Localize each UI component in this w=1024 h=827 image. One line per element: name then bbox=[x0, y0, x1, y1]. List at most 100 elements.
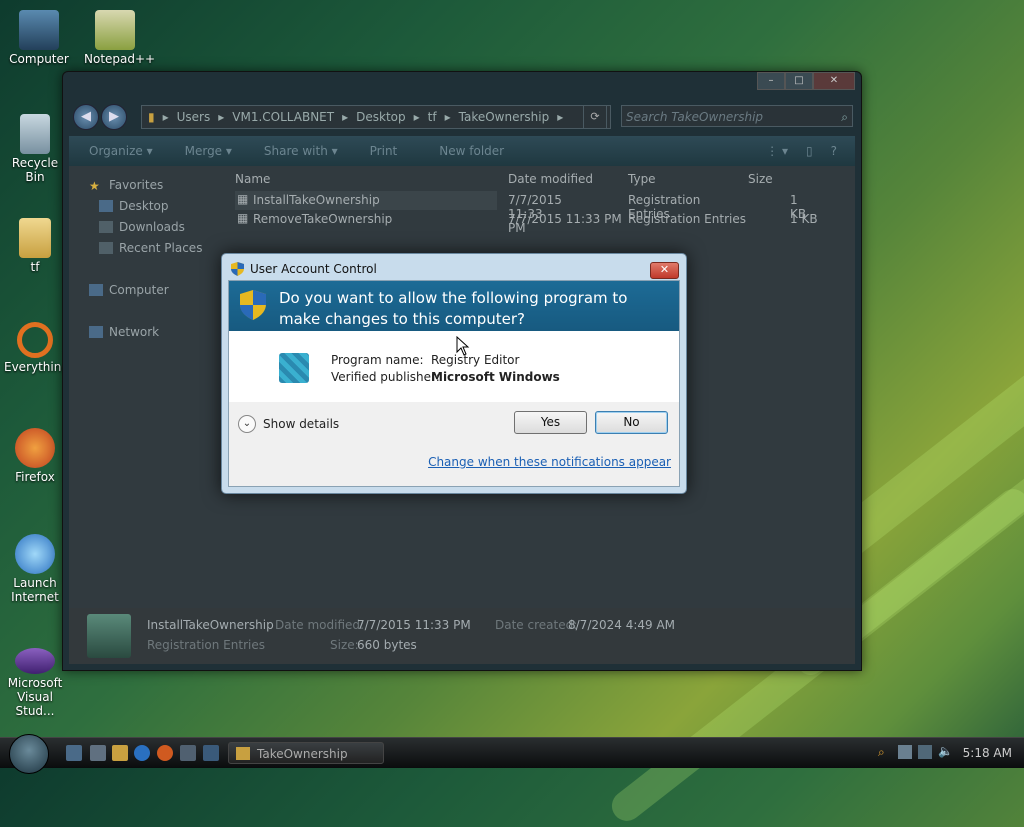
show-desktop-icon[interactable] bbox=[66, 745, 82, 761]
everything-icon bbox=[17, 322, 53, 358]
refresh-button[interactable]: ⟳ bbox=[583, 105, 607, 129]
details-date-created-label: Date created: bbox=[495, 618, 578, 632]
merge-button[interactable]: Merge ▾ bbox=[185, 144, 232, 158]
firefox-icon[interactable] bbox=[157, 745, 173, 761]
nav-favorites[interactable]: ★ Favorites bbox=[89, 178, 164, 193]
uac-banner: Do you want to allow the following progr… bbox=[229, 281, 679, 331]
breadcrumb-item[interactable]: TakeOwnership bbox=[459, 110, 550, 124]
file-date: 7/7/2015 11:33 PM bbox=[508, 212, 622, 226]
taskbar-item-label: TakeOwnership bbox=[257, 747, 348, 761]
publisher-label: Verified publisher: bbox=[331, 370, 440, 384]
new-folder-button[interactable]: New folder bbox=[439, 144, 504, 158]
column-header-type[interactable]: Type bbox=[628, 172, 656, 186]
switch-windows-icon[interactable] bbox=[90, 745, 106, 761]
show-details-toggle[interactable]: Show details bbox=[263, 417, 339, 431]
organize-button[interactable]: Organize ▾ bbox=[89, 144, 153, 158]
nav-label: Recent Places bbox=[119, 241, 203, 255]
change-notifications-link[interactable]: Change when these notifications appear bbox=[428, 455, 671, 469]
close-button[interactable]: ✕ bbox=[813, 72, 855, 90]
volume-icon[interactable]: 🔈 bbox=[938, 744, 953, 758]
nav-label: Desktop bbox=[119, 199, 169, 213]
details-type: Registration Entries bbox=[147, 638, 265, 652]
desktop-icon-firefox[interactable]: Firefox bbox=[4, 428, 66, 484]
file-row[interactable]: ▦ InstallTakeOwnership 7/7/2015 11:33 PM… bbox=[235, 191, 806, 235]
taskbar-item-takeownership[interactable]: TakeOwnership bbox=[228, 742, 384, 764]
desktop-icon-label: Computer bbox=[9, 52, 69, 66]
command-bar: Organize ▾ Merge ▾ Share with ▾ Print Ne… bbox=[69, 136, 855, 166]
views-icon[interactable]: ⋮ ▾ bbox=[766, 144, 788, 158]
media-icon[interactable] bbox=[180, 745, 196, 761]
file-name: InstallTakeOwnership bbox=[253, 193, 380, 207]
chevron-down-icon[interactable]: ⌄ bbox=[238, 415, 256, 433]
mouse-cursor-icon bbox=[456, 336, 470, 356]
explorer-icon[interactable] bbox=[112, 745, 128, 761]
back-button[interactable]: ◀ bbox=[73, 104, 99, 130]
details-date-modified: 7/7/2015 11:33 PM bbox=[357, 618, 471, 632]
network-icon bbox=[89, 326, 103, 338]
nav-network[interactable]: Network bbox=[89, 325, 159, 339]
breadcrumb-item[interactable]: tf bbox=[428, 110, 437, 124]
nav-desktop[interactable]: Desktop bbox=[99, 199, 169, 213]
nav-recent-places[interactable]: Recent Places bbox=[99, 241, 202, 255]
file-size: 1 KB bbox=[790, 212, 818, 226]
breadcrumb-sep: ▸ bbox=[162, 110, 169, 124]
desktop-icon-everything[interactable]: Everything bbox=[4, 322, 69, 374]
desktop-icon-notepadpp[interactable]: Notepad++ bbox=[84, 10, 155, 66]
nav-label: Downloads bbox=[119, 220, 185, 234]
desktop-icon-label: Firefox bbox=[15, 470, 55, 484]
column-header-size[interactable]: Size bbox=[748, 172, 773, 186]
clock[interactable]: 5:18 AM bbox=[963, 746, 1012, 760]
reg-file-icon: ▦ bbox=[237, 211, 249, 225]
desktop-icon-internet-explorer[interactable]: Launch Internet bbox=[4, 534, 66, 604]
maximize-button[interactable]: □ bbox=[785, 72, 813, 90]
close-button[interactable]: ✕ bbox=[650, 262, 679, 279]
computer-icon[interactable] bbox=[918, 745, 932, 759]
search-icon[interactable]: ⌕ bbox=[878, 745, 885, 760]
no-button[interactable]: No bbox=[595, 411, 668, 434]
forward-button[interactable]: ▶ bbox=[101, 104, 127, 130]
notepadpp-icon bbox=[95, 10, 135, 50]
network-icon[interactable] bbox=[898, 745, 912, 759]
breadcrumb[interactable]: ▮ ▸ Users ▸ VM1.COLLABNET ▸ Desktop ▸ tf… bbox=[141, 105, 611, 129]
publisher-value: Microsoft Windows bbox=[431, 370, 560, 384]
column-header-date[interactable]: Date modified bbox=[508, 172, 593, 186]
breadcrumb-item[interactable]: VM1.COLLABNET bbox=[232, 110, 334, 124]
details-date-modified-label: Date modified: bbox=[275, 618, 365, 632]
start-button[interactable] bbox=[9, 734, 49, 774]
yes-button[interactable]: Yes bbox=[514, 411, 587, 434]
file-row[interactable]: ▦ RemoveTakeOwnership 7/7/2015 11:33 PM … bbox=[235, 210, 855, 229]
desktop-icon-computer[interactable]: Computer bbox=[8, 10, 70, 66]
search-icon[interactable]: ⌕ bbox=[841, 106, 848, 128]
desktop-icon-recycle-bin[interactable]: Recycle Bin bbox=[4, 114, 66, 184]
uac-shield-icon bbox=[231, 262, 244, 276]
dialog-body: Do you want to allow the following progr… bbox=[228, 280, 680, 487]
computer-icon bbox=[89, 284, 103, 296]
reg-file-large-icon bbox=[87, 614, 131, 658]
help-icon[interactable]: ? bbox=[831, 144, 837, 158]
nav-label: Computer bbox=[109, 283, 169, 297]
internet-explorer-icon[interactable] bbox=[134, 745, 150, 761]
registry-editor-icon bbox=[279, 353, 309, 383]
details-date-created: 8/7/2024 4:49 AM bbox=[568, 618, 676, 632]
window-controls: – □ ✕ bbox=[757, 72, 855, 90]
column-header-name[interactable]: Name bbox=[235, 172, 270, 186]
nav-computer[interactable]: Computer bbox=[89, 283, 169, 297]
downloads-icon bbox=[99, 221, 113, 233]
nav-label: Network bbox=[109, 325, 160, 339]
print-button[interactable]: Print bbox=[370, 144, 398, 158]
desktop-icon bbox=[99, 200, 113, 212]
desktop-icon-tf-folder[interactable]: tf bbox=[4, 218, 66, 274]
chevron-right-icon[interactable]: ▸ bbox=[557, 110, 563, 124]
breadcrumb-sep: ▸ bbox=[444, 110, 451, 124]
firefox-icon bbox=[15, 428, 55, 468]
minimize-button[interactable]: – bbox=[757, 72, 785, 90]
desktop-icon-visual-studio[interactable]: Microsoft Visual Stud... bbox=[4, 648, 66, 718]
monitor-icon[interactable] bbox=[203, 745, 219, 761]
share-with-button[interactable]: Share with ▾ bbox=[264, 144, 338, 158]
preview-pane-icon[interactable]: ▯ bbox=[806, 144, 813, 158]
breadcrumb-item[interactable]: Users bbox=[177, 110, 211, 124]
breadcrumb-item[interactable]: Desktop bbox=[356, 110, 406, 124]
nav-label: Favorites bbox=[109, 178, 164, 192]
search-input[interactable]: Search TakeOwnership ⌕ bbox=[621, 105, 853, 127]
nav-downloads[interactable]: Downloads bbox=[99, 220, 185, 234]
